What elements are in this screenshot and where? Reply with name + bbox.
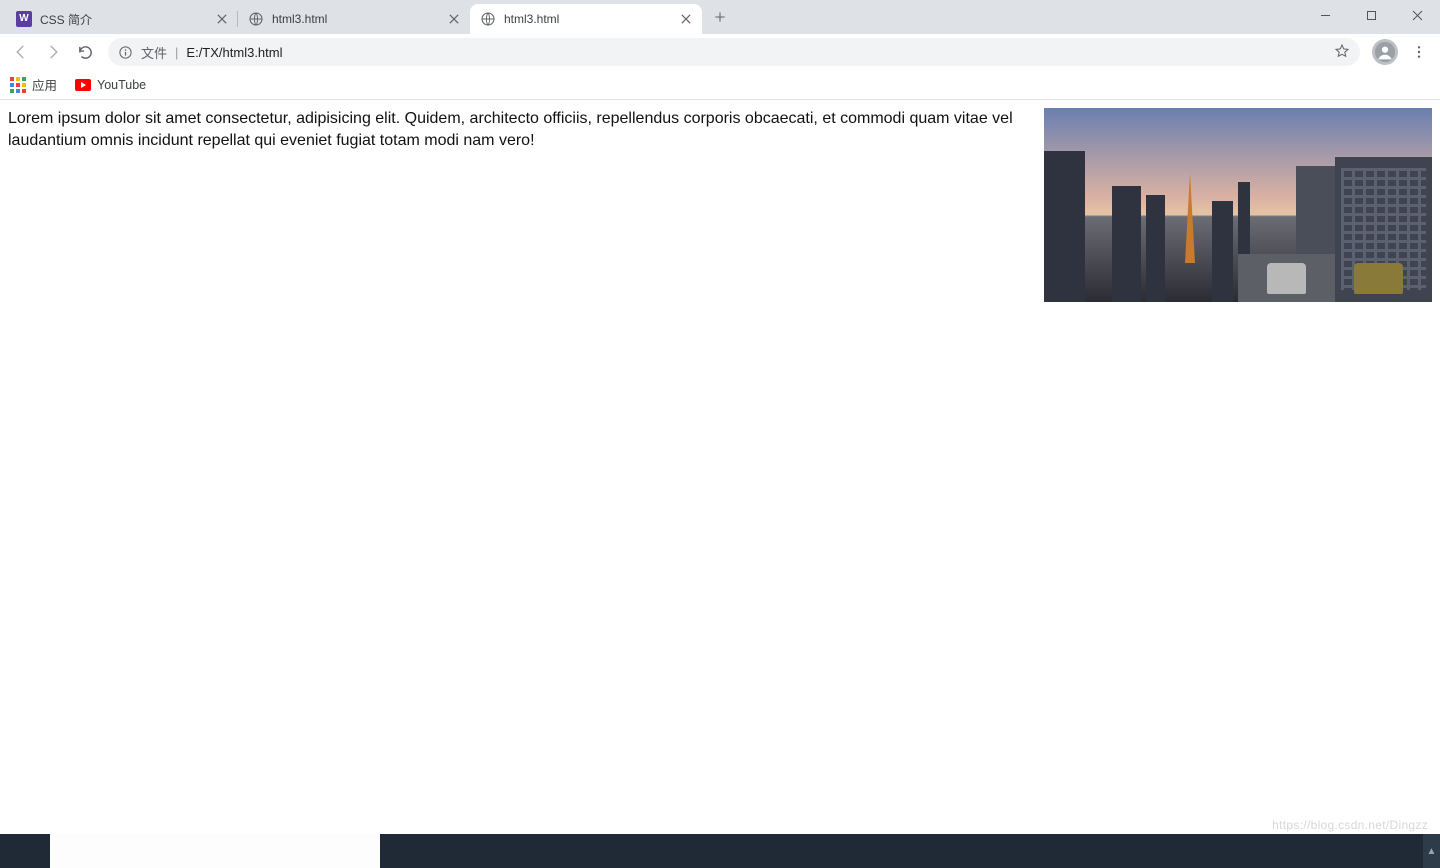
bookmarks-bar: 应用 YouTube: [0, 70, 1440, 100]
address-bar[interactable]: 文件 | E:/TX/html3.html: [108, 38, 1360, 66]
window-controls: [1302, 0, 1440, 34]
watermark-text: https://blog.csdn.net/Dingzz: [1272, 818, 1428, 832]
taskbar-search[interactable]: [50, 834, 380, 868]
bookmark-apps[interactable]: 应用: [10, 75, 57, 94]
apps-grid-icon: [10, 77, 26, 93]
profile-avatar-button[interactable]: [1372, 39, 1398, 65]
window-close-button[interactable]: [1394, 0, 1440, 30]
page-viewport: Lorem ipsum dolor sit amet consectetur, …: [0, 100, 1440, 834]
bookmark-label: YouTube: [97, 78, 146, 92]
site-info-icon[interactable]: [118, 45, 133, 60]
window-maximize-button[interactable]: [1348, 0, 1394, 30]
url-text: E:/TX/html3.html: [186, 45, 1326, 60]
tab-close-button[interactable]: [446, 11, 462, 27]
taskbar-scroll-up-icon[interactable]: ▲: [1423, 834, 1440, 868]
tab-title: CSS 简介: [40, 11, 214, 28]
window-minimize-button[interactable]: [1302, 0, 1348, 30]
chrome-menu-button[interactable]: [1404, 37, 1434, 67]
youtube-icon: [75, 79, 91, 91]
tab-title: html3.html: [504, 12, 678, 26]
tab-close-button[interactable]: [214, 11, 230, 27]
forward-button[interactable]: [38, 37, 68, 67]
floated-image: [1044, 108, 1432, 302]
url-prefix: 文件: [141, 43, 167, 62]
bookmark-label: 应用: [32, 75, 57, 94]
reload-button[interactable]: [70, 37, 100, 67]
bookmark-youtube[interactable]: YouTube: [75, 78, 146, 92]
favicon-w-icon: W: [16, 11, 32, 27]
tab-css-intro[interactable]: W CSS 简介: [6, 4, 238, 34]
url-separator: |: [175, 45, 178, 60]
globe-icon: [480, 11, 496, 27]
tab-close-button[interactable]: [678, 11, 694, 27]
tab-title: html3.html: [272, 12, 446, 26]
windows-taskbar[interactable]: ▲: [0, 834, 1440, 868]
tab-html3-1[interactable]: html3.html: [238, 4, 470, 34]
back-button[interactable]: [6, 37, 36, 67]
tab-html3-2-active[interactable]: html3.html: [470, 4, 702, 34]
browser-toolbar: 文件 | E:/TX/html3.html: [0, 34, 1440, 70]
bookmark-star-icon[interactable]: [1334, 43, 1350, 62]
new-tab-button[interactable]: [706, 3, 734, 31]
globe-icon: [248, 11, 264, 27]
tab-strip: W CSS 简介 html3.html html3.html: [0, 0, 1440, 34]
